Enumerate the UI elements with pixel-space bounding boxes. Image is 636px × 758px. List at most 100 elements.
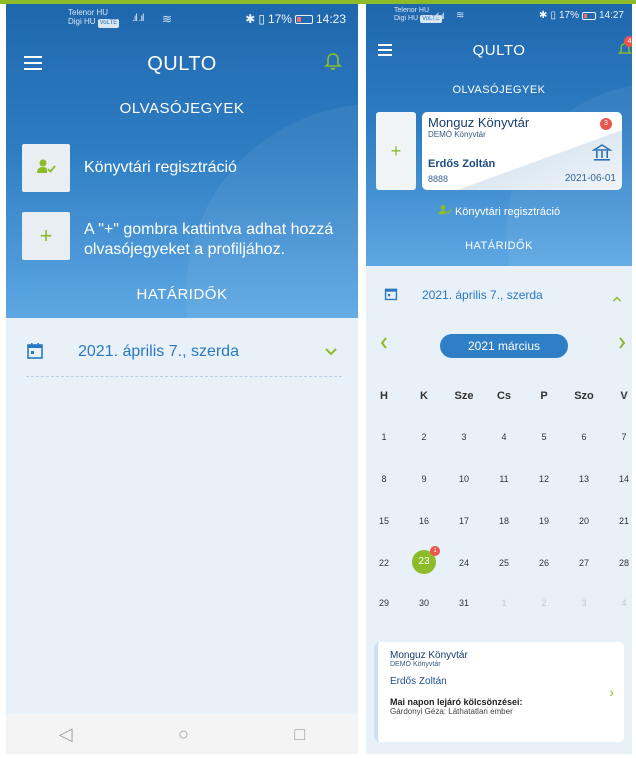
clock: 14:23	[315, 12, 346, 26]
card-sublibrary: DEMÓ Könyvtár	[428, 130, 486, 139]
calendar-day[interactable]: 30	[404, 598, 444, 608]
cards-section-title: OLVASÓJEGYEK	[452, 84, 546, 96]
calendar-day[interactable]: 7	[604, 432, 632, 442]
weekday-label: V	[620, 390, 628, 402]
notification-badge: 4	[624, 36, 632, 47]
weekday-label: H	[380, 390, 388, 402]
calendar-day[interactable]: 10	[444, 474, 484, 484]
calendar-day[interactable]: 8	[366, 474, 404, 484]
month-selector[interactable]: 2021 március	[440, 334, 568, 358]
calendar-day[interactable]: 3	[444, 432, 484, 442]
weekday-label: Cs	[496, 390, 512, 402]
vibrate-icon: ▯	[258, 12, 265, 26]
calendar-day[interactable]: 19	[524, 516, 564, 526]
user-check-icon	[438, 205, 455, 218]
weekday-label: P	[540, 390, 548, 402]
calendar-day[interactable]: 6	[564, 432, 604, 442]
add-card-hint: A "+" gombra kattintva adhat hozzá olvas…	[84, 221, 334, 258]
status-right: ✱ ▯ 17% 14:23	[245, 12, 346, 26]
calendar-day[interactable]: 1	[366, 432, 404, 442]
calendar-day[interactable]: 21	[604, 516, 632, 526]
home-nav-icon[interactable]: ○	[178, 724, 189, 745]
screenshot-composite: Telenor HU Digi HU VoLTE .ıl .ıl ≋ ✱ ▯ 17…	[0, 0, 636, 758]
card-number: 8888	[428, 174, 449, 184]
calendar-icon	[384, 287, 398, 306]
loan-due-title: Mai napon lejáró kölcsönzései:	[390, 697, 523, 707]
calendar-day[interactable]: 9	[404, 474, 444, 484]
cards-section-title: OLVASÓJEGYEK	[119, 100, 245, 117]
library-card[interactable]: Monguz Könyvtár DEMÓ Könyvtár 3 Erdős Zo…	[422, 112, 622, 190]
calendar-day[interactable]: 18	[484, 516, 524, 526]
calendar-day[interactable]: 14	[604, 474, 632, 484]
recent-nav-icon[interactable]: □	[294, 724, 305, 745]
calendar-day[interactable]: 28	[604, 558, 632, 568]
calendar-day[interactable]: 5	[524, 432, 564, 442]
app-title: QULTO	[147, 53, 217, 75]
app-title: QULTO	[472, 42, 526, 59]
chevron-down-icon[interactable]	[324, 344, 338, 362]
calendar-day[interactable]: 25	[484, 558, 524, 568]
calendar-icon	[26, 342, 44, 365]
calendar-day[interactable]: 11	[484, 474, 524, 484]
wifi-icon: ≋	[456, 10, 464, 21]
chevron-right-icon[interactable]: ›	[609, 684, 614, 700]
calendar-day[interactable]: 13	[564, 474, 604, 484]
calendar-day[interactable]: 17	[444, 516, 484, 526]
status-right: ✱ ▯ 17% 14:27	[539, 10, 624, 21]
carrier-2: Digi HU	[394, 15, 419, 22]
day-badge: 1	[430, 546, 440, 556]
carrier-2: Digi HU	[68, 17, 96, 26]
carrier-names: Telenor HU Digi HU VoLTE	[68, 8, 120, 28]
card-badge: 3	[600, 118, 612, 130]
vibrate-icon: ▯	[550, 10, 556, 21]
volte-tag: VoLTE	[97, 19, 120, 28]
bluetooth-icon: ✱	[539, 10, 548, 21]
bluetooth-icon: ✱	[245, 12, 256, 26]
chevron-up-icon[interactable]	[612, 290, 622, 308]
calendar-day[interactable]: 2	[404, 432, 444, 442]
add-card-button[interactable]: +	[22, 212, 70, 260]
calendar-day[interactable]: 16	[404, 516, 444, 526]
signal-icon: .ıl .ıl	[132, 13, 144, 24]
card-expiry: 2021-06-01	[564, 173, 616, 184]
calendar-day[interactable]: 4	[484, 432, 524, 442]
registration-label: Könyvtári regisztráció	[454, 206, 561, 218]
calendar-day[interactable]: 24	[444, 558, 484, 568]
deadlines-section-title: HATÁRIDŐK	[136, 286, 228, 303]
divider	[26, 376, 342, 377]
calendar-day[interactable]: 1	[484, 598, 524, 608]
calendar-day[interactable]: 2	[524, 598, 564, 608]
bell-icon[interactable]: 4	[617, 36, 632, 63]
calendar-day[interactable]: 26	[524, 558, 564, 568]
deadlines-section-title: HATÁRIDŐK	[465, 240, 533, 252]
calendar-day[interactable]: 20	[564, 516, 604, 526]
loan-user: Erdős Zoltán	[390, 676, 447, 687]
calendar-day[interactable]: 4	[604, 598, 632, 608]
next-month-icon[interactable]	[618, 336, 626, 354]
card-library: Monguz Könyvtár	[428, 115, 530, 130]
app-bar: QULTO 4	[366, 36, 632, 66]
system-nav-bar: ◁ ○ □	[6, 714, 358, 754]
plus-icon: +	[39, 223, 53, 248]
add-card-button[interactable]: +	[376, 112, 416, 190]
prev-month-icon[interactable]	[380, 336, 388, 354]
back-nav-icon[interactable]: ◁	[59, 724, 73, 745]
plus-icon: +	[390, 140, 402, 161]
calendar-day[interactable]: 3	[564, 598, 604, 608]
calendar-day[interactable]: 31	[444, 598, 484, 608]
registration-link[interactable]: Könyvtári regisztráció	[366, 204, 632, 218]
calendar-day[interactable]: 12	[524, 474, 564, 484]
carrier-1: Telenor HU	[68, 8, 109, 17]
registration-button[interactable]	[22, 144, 70, 192]
calendar-day[interactable]: 27	[564, 558, 604, 568]
date-row[interactable]: 2021. április 7., szerda	[366, 286, 632, 304]
calendar-day[interactable]: 29	[366, 598, 404, 608]
calendar-day[interactable]: 15	[366, 516, 404, 526]
clock: 14:27	[598, 10, 624, 21]
date-row[interactable]: 2021. április 7., szerda	[6, 340, 358, 364]
calendar-day[interactable]: 22	[366, 558, 404, 568]
registration-label[interactable]: Könyvtári regisztráció	[84, 158, 237, 178]
selected-date: 2021. április 7., szerda	[78, 343, 239, 360]
bell-icon[interactable]	[324, 52, 342, 77]
loan-card[interactable]: Monguz Könyvtár DEMÓ Könyvtár Erdős Zolt…	[374, 642, 624, 742]
